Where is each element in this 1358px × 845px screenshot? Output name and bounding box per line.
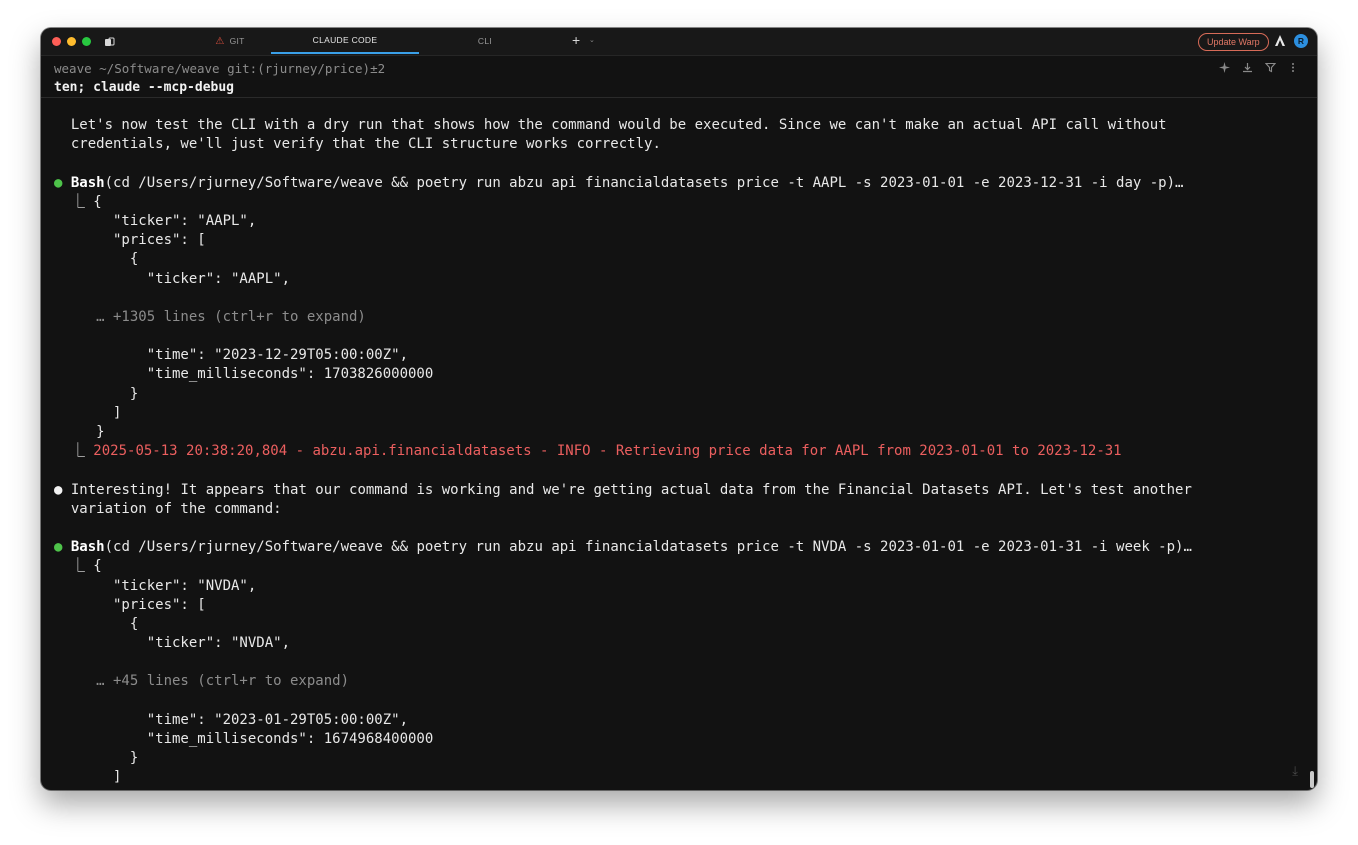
filter-icon[interactable] <box>1263 62 1277 76</box>
output-line: "time": "2023-12-29T05:00:00Z", <box>54 347 409 364</box>
output-line: "ticker": "AAPL", <box>54 212 257 229</box>
output-line: "prices": [ <box>54 232 206 249</box>
output-line: "prices": [ <box>54 596 206 613</box>
tab-claude-code[interactable]: CLAUDE CODE <box>271 28 419 54</box>
tool-call-header[interactable]: ● Bash(cd /Users/rjurney/Software/weave … <box>54 174 1307 193</box>
collapsed-lines-toggle[interactable]: … +1305 lines (ctrl+r to expand) <box>54 308 1307 327</box>
output-line: ] <box>54 404 122 421</box>
output-line: ] <box>54 769 122 786</box>
tab-label: GIT <box>229 36 245 46</box>
block-actions <box>1217 62 1300 76</box>
output-line: { <box>54 251 139 268</box>
output-line: "ticker": "AAPL", <box>54 270 291 287</box>
assistant-message-line: ● Interesting! It appears that our comma… <box>54 481 1307 500</box>
scroll-to-bottom-icon[interactable]: ⤓ <box>1292 764 1298 779</box>
warning-icon: ⚠ <box>215 35 225 47</box>
output-line: "time_milliseconds": 1703826000000 <box>54 366 434 383</box>
terminal-window: ⚠ GIT CLAUDE CODE CLI + ⌄ Update Warp R … <box>41 28 1317 790</box>
traffic-lights <box>52 37 91 46</box>
tool-call-header[interactable]: ● Bash(cd /Users/rjurney/Software/weave … <box>54 538 1307 557</box>
tool-args: (cd /Users/rjurney/Software/weave && poe… <box>104 539 1192 556</box>
output-line: ⎿ { <box>54 558 102 575</box>
tab-label: CLI <box>477 36 493 46</box>
collapsed-lines-toggle[interactable]: … +45 lines (ctrl+r to expand) <box>54 672 1307 691</box>
command-text[interactable]: ten; claude --mcp-debug <box>54 80 234 95</box>
output-line: "time_milliseconds": 1674968400000 <box>54 731 434 747</box>
output-line: ⎿ { <box>54 193 102 210</box>
maximize-window-button[interactable] <box>82 37 91 46</box>
new-tab-button[interactable]: + <box>572 32 580 48</box>
tool-args: (cd /Users/rjurney/Software/weave && poe… <box>104 174 1184 191</box>
message-text: Interesting! It appears that our command… <box>62 481 1192 498</box>
stderr-line: ⎿ 2025-05-13 20:38:20,804 - abzu.api.fin… <box>54 442 1307 461</box>
avatar[interactable]: R <box>1294 34 1308 48</box>
output-line: } <box>54 750 139 767</box>
tree-prefix: ⎿ <box>54 443 94 460</box>
terminal-output[interactable]: Let's now test the CLI with a dry run th… <box>54 116 1307 788</box>
output-line: "time": "2023-01-29T05:00:00Z", <box>54 711 409 728</box>
output-line: credentials, we'll just verify that the … <box>54 136 661 153</box>
stderr-text: 2025-05-13 20:38:20,804 - abzu.api.finan… <box>93 443 1122 460</box>
tab-cli[interactable]: CLI <box>411 28 559 54</box>
command-block-header: weave ~/Software/weave git:(rjurney/pric… <box>41 55 1317 98</box>
chevron-down-icon[interactable]: ⌄ <box>589 36 595 44</box>
close-window-button[interactable] <box>52 37 61 46</box>
status-dot-icon: ● <box>54 174 63 191</box>
output-line: "ticker": "NVDA", <box>54 635 291 652</box>
title-bar: ⚠ GIT CLAUDE CODE CLI + ⌄ Update Warp R <box>41 28 1317 56</box>
minimize-window-button[interactable] <box>67 37 76 46</box>
warp-ai-icon[interactable] <box>1274 34 1286 52</box>
output-line: { <box>54 615 139 632</box>
output-line: } <box>54 385 139 402</box>
tab-label: CLAUDE CODE <box>312 35 378 45</box>
more-options-icon[interactable] <box>1286 62 1300 76</box>
shell-prompt: weave ~/Software/weave git:(rjurney/pric… <box>54 61 386 76</box>
tool-name: Bash <box>70 174 105 191</box>
scrollbar[interactable] <box>1310 771 1314 788</box>
output-line: "ticker": "NVDA", <box>54 577 257 594</box>
tabs-panel-icon[interactable] <box>104 35 115 53</box>
output-line: Let's now test the CLI with a dry run th… <box>54 117 1167 133</box>
assistant-message-line: variation of the command: <box>54 500 282 517</box>
output-line: } <box>54 424 105 440</box>
sparkle-icon[interactable] <box>1217 62 1231 76</box>
download-icon[interactable] <box>1240 62 1254 76</box>
tool-name: Bash <box>70 539 105 556</box>
status-dot-icon: ● <box>54 539 63 556</box>
update-warp-button[interactable]: Update Warp <box>1198 33 1269 51</box>
